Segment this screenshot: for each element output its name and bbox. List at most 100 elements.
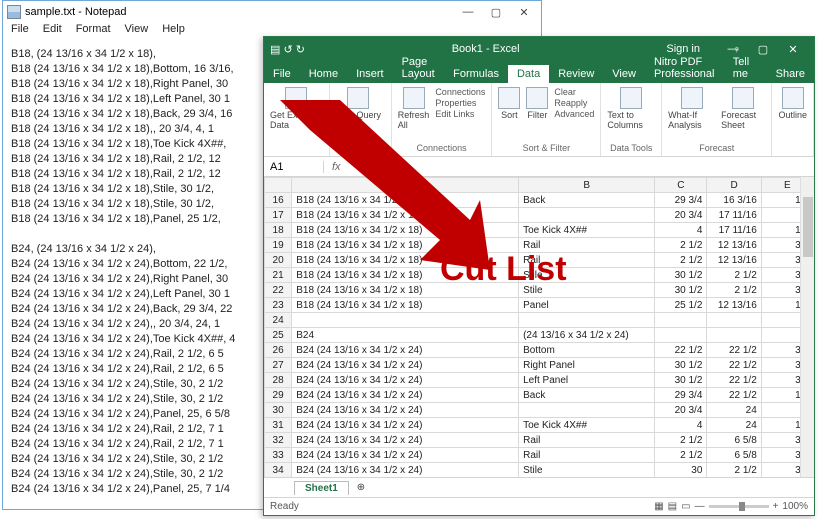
ribbon-tab-formulas[interactable]: Formulas: [444, 65, 508, 83]
table-row[interactable]: 31B24 (24 13/16 x 34 1/2 x 24)Toe Kick 4…: [265, 418, 814, 433]
row-header[interactable]: 25: [265, 328, 292, 343]
cell[interactable]: 2 1/2: [655, 448, 707, 463]
cell[interactable]: 4: [655, 223, 707, 238]
ribbon-tab-home[interactable]: Home: [300, 65, 347, 83]
cell[interactable]: [655, 328, 707, 343]
zoom-slider[interactable]: [709, 505, 769, 508]
name-box[interactable]: A1: [264, 161, 324, 173]
get-external-data-button[interactable]: Get External Data: [270, 87, 323, 130]
cell[interactable]: 2 1/2: [707, 283, 761, 298]
cell[interactable]: 30: [655, 463, 707, 478]
cell[interactable]: Back: [519, 388, 655, 403]
cell[interactable]: Panel: [519, 298, 655, 313]
view-break-icon[interactable]: ▭: [681, 501, 690, 512]
table-row[interactable]: 22B18 (24 13/16 x 34 1/2 x 18)Stile30 1/…: [265, 283, 814, 298]
cell[interactable]: B24 (24 13/16 x 34 1/2 x 24): [292, 343, 519, 358]
cell[interactable]: 6 5/8: [707, 433, 761, 448]
cell[interactable]: B18 (24 13/16 x 34 1/2 x 18): [292, 193, 519, 208]
row-header[interactable]: 18: [265, 223, 292, 238]
cell[interactable]: (24 13/16 x 34 1/2 x 24): [519, 328, 655, 343]
ribbon-tab-nitro-pdf-professional[interactable]: Nitro PDF Professional: [645, 53, 724, 83]
table-row[interactable]: 34B24 (24 13/16 x 34 1/2 x 24)Stile302 1…: [265, 463, 814, 478]
cell[interactable]: B24 (24 13/16 x 34 1/2 x 24): [292, 433, 519, 448]
cell[interactable]: 20 3/4: [655, 403, 707, 418]
table-row[interactable]: 29B24 (24 13/16 x 34 1/2 x 24)Back29 3/4…: [265, 388, 814, 403]
table-row[interactable]: 30B24 (24 13/16 x 34 1/2 x 24) 20 3/424: [265, 403, 814, 418]
sort-button[interactable]: Sort: [498, 87, 520, 120]
cell[interactable]: B18 (24 13/16 x 34 1/2 x 18): [292, 298, 519, 313]
cell[interactable]: B24 (24 13/16 x 34 1/2 x 24): [292, 388, 519, 403]
cell[interactable]: Rail: [519, 238, 655, 253]
row-header[interactable]: 30: [265, 403, 292, 418]
cell[interactable]: 30 1/2: [655, 268, 707, 283]
row-header[interactable]: 27: [265, 358, 292, 373]
connections-sub[interactable]: ConnectionsPropertiesEdit Links: [435, 87, 485, 120]
cell[interactable]: B24 (24 13/16 x 34 1/2 x 24): [292, 418, 519, 433]
menu-format[interactable]: Format: [76, 23, 111, 41]
cell[interactable]: B18 (24 13/16 x 34 1/2 x 18): [292, 253, 519, 268]
sheet-tab-sheet1[interactable]: Sheet1: [294, 481, 349, 495]
cell[interactable]: 22 1/2: [707, 343, 761, 358]
table-row[interactable]: 20B18 (24 13/16 x 34 1/2 x 18)Rail2 1/21…: [265, 253, 814, 268]
ribbon-tab-insert[interactable]: Insert: [347, 65, 393, 83]
cell[interactable]: 29 3/4: [655, 193, 707, 208]
cell[interactable]: 12 13/16: [707, 253, 761, 268]
cell[interactable]: [519, 403, 655, 418]
text-to-columns-button[interactable]: Text to Columns: [607, 87, 655, 130]
cell[interactable]: 22 1/2: [655, 343, 707, 358]
table-row[interactable]: 32B24 (24 13/16 x 34 1/2 x 24)Rail2 1/26…: [265, 433, 814, 448]
cell[interactable]: 4: [655, 418, 707, 433]
new-query-button[interactable]: New Query: [336, 87, 381, 120]
cell[interactable]: B24 (24 13/16 x 34 1/2 x 24): [292, 403, 519, 418]
row-header[interactable]: 16: [265, 193, 292, 208]
cell[interactable]: 2 1/2: [707, 268, 761, 283]
ribbon-tab-view[interactable]: View: [603, 65, 645, 83]
filter-sub[interactable]: ClearReapplyAdvanced: [554, 87, 594, 120]
row-header[interactable]: 34: [265, 463, 292, 478]
row-header[interactable]: 32: [265, 433, 292, 448]
view-normal-icon[interactable]: ▦: [654, 501, 663, 512]
table-row[interactable]: 18B18 (24 13/16 x 34 1/2 x 18)Toe Kick 4…: [265, 223, 814, 238]
zoom-level[interactable]: 100%: [782, 501, 808, 512]
tell-link[interactable]: ♀ Tell me: [724, 41, 767, 83]
cell[interactable]: 29 3/4: [655, 388, 707, 403]
menu-view[interactable]: View: [125, 23, 149, 41]
cell[interactable]: 16 3/16: [707, 193, 761, 208]
sheet-grid[interactable]: ABCDE16B18 (24 13/16 x 34 1/2 x 18)Back2…: [264, 177, 814, 477]
row-header[interactable]: 21: [265, 268, 292, 283]
row-header[interactable]: 17: [265, 208, 292, 223]
cell[interactable]: Stile: [519, 283, 655, 298]
cell[interactable]: B18 (24 13/16 x 34 1/2 x 18): [292, 223, 519, 238]
share-link[interactable]: Share: [767, 65, 814, 83]
table-row[interactable]: 23B18 (24 13/16 x 34 1/2 x 18)Panel25 1/…: [265, 298, 814, 313]
view-layout-icon[interactable]: ▤: [668, 501, 677, 512]
excel-close-button[interactable]: ✕: [778, 43, 808, 56]
cell[interactable]: [519, 313, 655, 328]
cell[interactable]: 2 1/2: [655, 433, 707, 448]
cell[interactable]: Right Panel: [519, 358, 655, 373]
row-header[interactable]: 24: [265, 313, 292, 328]
fx-icon[interactable]: fx: [324, 161, 349, 173]
cell[interactable]: 24: [707, 418, 761, 433]
cell[interactable]: 24: [707, 403, 761, 418]
table-row[interactable]: 17B18 (24 13/16 x 34 1/2 x 18)20 3/417 1…: [265, 208, 814, 223]
cell[interactable]: B24 (24 13/16 x 34 1/2 x 24): [292, 448, 519, 463]
cell[interactable]: Rail: [519, 448, 655, 463]
cell[interactable]: 22 1/2: [707, 373, 761, 388]
table-row[interactable]: 24: [265, 313, 814, 328]
table-row[interactable]: 27B24 (24 13/16 x 34 1/2 x 24)Right Pane…: [265, 358, 814, 373]
cell[interactable]: 22 1/2: [707, 388, 761, 403]
cell[interactable]: 2 1/2: [655, 238, 707, 253]
cell[interactable]: 30 1/2: [655, 373, 707, 388]
cell[interactable]: Toe Kick 4X##: [519, 223, 655, 238]
row-header[interactable]: 29: [265, 388, 292, 403]
cell[interactable]: B24 (24 13/16 x 34 1/2 x 24): [292, 373, 519, 388]
table-row[interactable]: 19B18 (24 13/16 x 34 1/2 x 18)Rail2 1/21…: [265, 238, 814, 253]
cell[interactable]: 12 13/16: [707, 298, 761, 313]
cell[interactable]: Stile: [519, 268, 655, 283]
cell[interactable]: B18 (24 13/16 x 34 1/2 x 18): [292, 238, 519, 253]
cell[interactable]: [707, 313, 761, 328]
cell[interactable]: B24 (24 13/16 x 34 1/2 x 24): [292, 463, 519, 478]
cell[interactable]: Back: [519, 193, 655, 208]
cell[interactable]: B24: [292, 328, 519, 343]
